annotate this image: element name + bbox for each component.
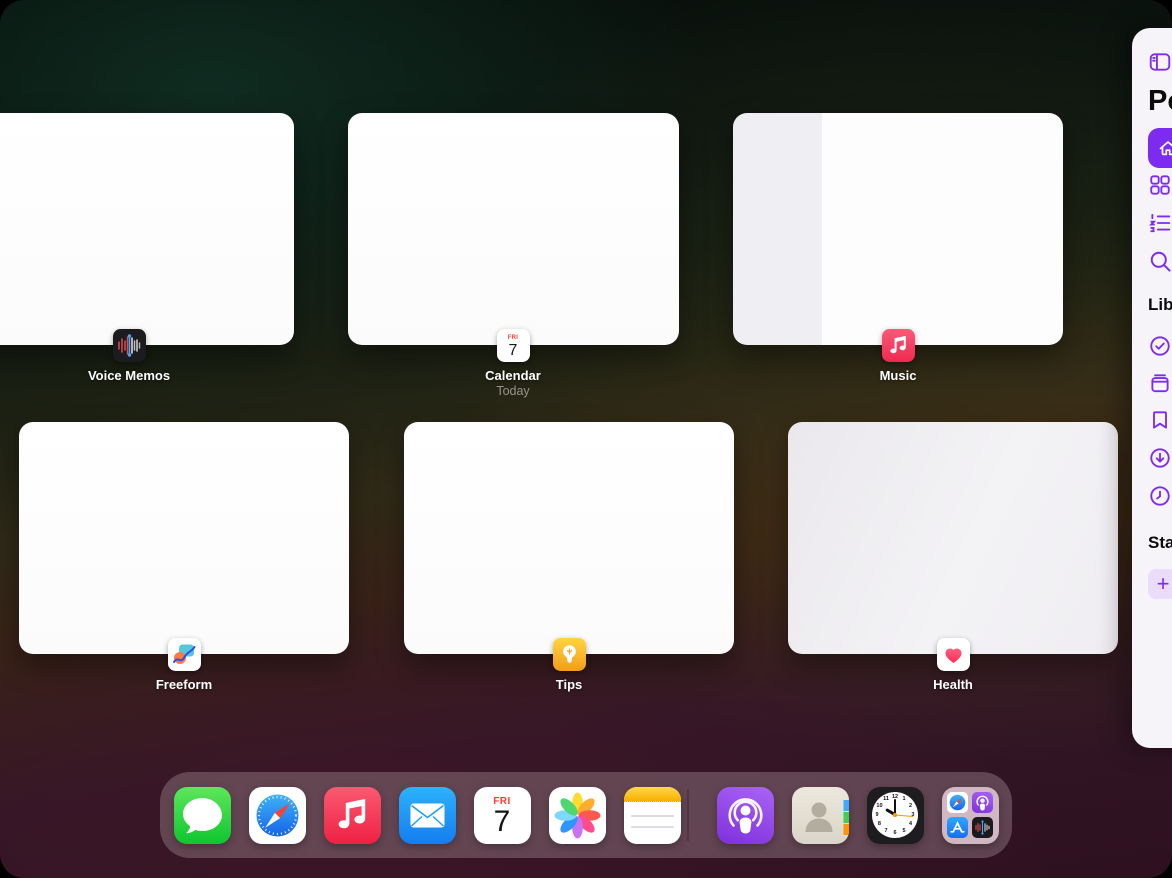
latest-episodes-check-icon (1148, 334, 1172, 358)
voice-memos-icon[interactable] (113, 329, 146, 362)
sidebar-item-browse[interactable] (1148, 173, 1172, 197)
app-label: Freeform (156, 677, 212, 692)
badge-health: Health (888, 638, 1018, 692)
add-station-button[interactable]: + (1148, 569, 1172, 599)
sidebar-item-home[interactable] (1148, 128, 1172, 168)
calendar-icon[interactable]: FRI 7 (497, 329, 530, 362)
sidebar-library-heading: Library (1148, 295, 1172, 315)
badge-tips: Tips (504, 638, 634, 692)
health-icon[interactable] (937, 638, 970, 671)
app-sublabel: Today (496, 384, 529, 398)
dock-contacts-icon[interactable] (792, 787, 849, 844)
sidebar-item-latest-episodes[interactable] (1148, 334, 1172, 358)
app-label: Voice Memos (88, 368, 170, 383)
freeform-icon[interactable] (168, 638, 201, 671)
app-label: Calendar (485, 368, 541, 383)
badge-music: Music (833, 329, 963, 383)
tips-icon[interactable] (553, 638, 586, 671)
podcasts-sidebar-panel: Podcasts Library (1132, 28, 1172, 748)
folder-safari-icon (947, 792, 968, 813)
dock-messages-icon[interactable] (174, 787, 231, 844)
dock-calendar-icon[interactable]: FRI 7 (474, 787, 531, 844)
downloaded-arrow-icon (1148, 446, 1172, 470)
app-window-freeform[interactable] (19, 422, 349, 654)
folder-podcasts-icon (972, 792, 993, 813)
sidebar-item-played[interactable] (1148, 484, 1172, 508)
dock-safari-icon[interactable] (249, 787, 306, 844)
search-icon (1148, 249, 1172, 274)
folder-voice-memos-icon (972, 817, 993, 838)
dock-photos-icon[interactable] (549, 787, 606, 844)
dock: FRI 7 (160, 772, 1012, 858)
calendar-day: 7 (494, 807, 511, 837)
app-label: Health (933, 677, 973, 692)
app-window-health[interactable] (788, 422, 1118, 654)
clock-center-dot (893, 813, 897, 817)
app-window-music[interactable] (733, 113, 1063, 345)
played-clock-icon (1148, 484, 1172, 508)
app-window-tips[interactable] (404, 422, 734, 654)
dock-music-icon[interactable] (324, 787, 381, 844)
folder-app-store-icon (947, 817, 968, 838)
dock-mail-icon[interactable] (399, 787, 456, 844)
dock-clock-icon[interactable]: 121234567891011 (867, 787, 924, 844)
music-icon[interactable] (882, 329, 915, 362)
sidebar-stations-heading: Stations (1148, 533, 1172, 553)
badge-voice-memos: Voice Memos (64, 329, 194, 383)
saved-bookmark-icon (1148, 408, 1172, 432)
app-label: Music (880, 368, 917, 383)
app-window-calendar[interactable] (348, 113, 679, 345)
calendar-day: 7 (509, 342, 518, 359)
app-label: Tips (556, 677, 583, 692)
calendar-weekday: FRI (508, 335, 519, 342)
dock-podcasts-icon[interactable] (717, 787, 774, 844)
dock-notes-icon[interactable] (624, 787, 681, 844)
dock-folder-icon[interactable] (942, 787, 999, 844)
home-icon (1157, 137, 1172, 159)
sidebar-item-shows[interactable] (1148, 371, 1172, 395)
dock-divider (687, 789, 689, 841)
app-window-voice-memos[interactable] (0, 113, 294, 345)
top-charts-list-icon (1148, 211, 1172, 235)
sidebar-app-title: Podcasts (1148, 85, 1172, 118)
badge-freeform: Freeform (119, 638, 249, 692)
shows-box-icon (1148, 371, 1172, 395)
clock-face: 121234567891011 (872, 792, 918, 838)
sidebar-item-downloaded[interactable] (1148, 446, 1172, 470)
sidebar-item-top-charts[interactable] (1148, 211, 1172, 235)
ipad-screen: Voice Memos FRI 7 Calendar Today Music (0, 0, 1172, 878)
sidebar-toggle-icon[interactable] (1148, 50, 1172, 74)
sidebar-item-saved[interactable] (1148, 408, 1172, 432)
browse-grid-icon (1148, 173, 1172, 197)
sidebar-item-search[interactable] (1148, 249, 1172, 274)
badge-calendar: FRI 7 Calendar Today (448, 329, 578, 398)
